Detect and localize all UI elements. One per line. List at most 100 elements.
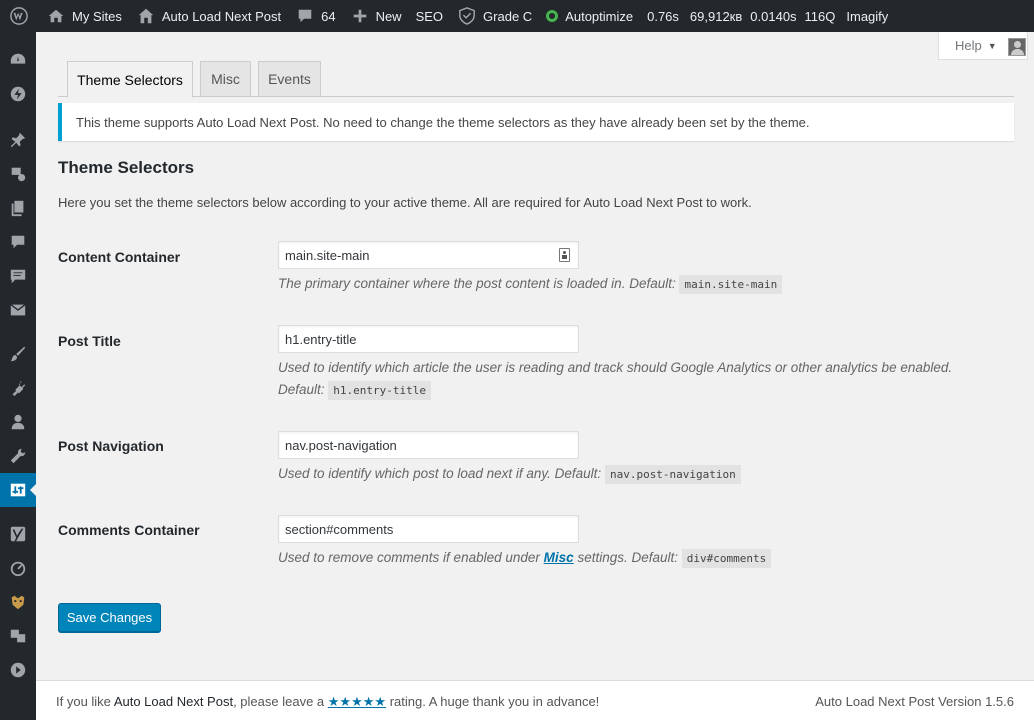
rating-stars-link[interactable]: ★★★★★ [328,694,386,709]
comment-icon [11,235,25,249]
query-time-label: 0.76s [647,8,679,24]
info-notice: This theme supports Auto Load Next Post.… [58,103,1014,141]
collapse-play-icon [10,662,26,678]
sidebar-item-posts[interactable] [0,123,36,157]
sidebar-collapse[interactable] [0,653,36,687]
house-icon [136,6,156,26]
post-title-desc-text: Used to identify which article the user … [278,360,953,375]
notice-text: This theme supports Auto Load Next Post.… [76,114,810,130]
memory-stat[interactable]: 69,912кв [686,0,746,32]
wordpress-icon [9,6,29,26]
sidebar-item-feedback[interactable] [0,259,36,293]
plus-icon [350,6,370,26]
translate-icon [10,629,26,643]
query-count-stat[interactable]: 116Q [801,0,840,32]
feedback-icon [10,269,26,284]
imagify-label: Imagify [846,8,889,24]
post-title-default-line: Default: h1.entry-title [278,379,952,402]
gauge-icon [10,561,26,577]
autoptimize-menu[interactable]: Autoptimize [539,0,640,32]
sidebar-item-wordfence[interactable] [0,585,36,619]
avatar[interactable] [1008,38,1026,56]
sidebar-item-appearance[interactable] [0,337,36,371]
db-time-label: 0.0140s [750,8,797,24]
sidebar-item-plugins[interactable] [0,371,36,405]
post-title-default-prefix: Default: [278,382,325,397]
content-container-description: The primary container where the post con… [278,273,783,296]
sidebar-item-media[interactable] [0,157,36,191]
site-name-menu[interactable]: Auto Load Next Post [129,0,288,32]
sidebar-item-mail[interactable] [0,293,36,327]
content-container-label: Content Container [58,249,181,265]
db-time-stat[interactable]: 0.0140s [746,0,800,32]
misc-settings-link[interactable]: Misc [544,550,574,565]
sidebar-item-settings[interactable] [0,473,36,507]
my-sites-label: My Sites [72,8,122,24]
yoast-icon [10,526,26,542]
sidebar-item-tools[interactable] [0,439,36,473]
section-title: Theme Selectors [58,158,195,177]
sidebar-item-users[interactable] [0,405,36,439]
footer-text-mid: , please leave a [233,694,325,709]
badger-icon [11,595,25,610]
chevron-down-icon: ▼ [987,40,997,51]
wordpress-logo-button[interactable] [0,0,39,32]
comments-container-value: section#comments [285,521,394,537]
comments-container-input[interactable]: section#comments [278,515,579,543]
post-navigation-input[interactable]: nav.post-navigation [278,431,579,459]
post-navigation-label: Post Navigation [58,438,164,454]
footer-text-post: rating. A huge thank you in advance! [389,694,600,709]
section-description: Here you set the theme selectors below a… [58,195,752,210]
new-content-menu[interactable]: New [343,0,409,32]
tab-theme-selectors[interactable]: Theme Selectors [67,61,193,98]
admin-sidebar [0,32,36,720]
comments-container-default: div#comments [681,549,772,568]
sidebar-item-comments[interactable] [0,225,36,259]
sidebar-item-seo[interactable] [0,517,36,551]
sidebar-item-translate[interactable] [0,619,36,653]
settings-sliders-icon [10,483,26,497]
shield-grade-icon [457,6,477,26]
comments-container-desc-pre: Used to remove comments if enabled under [278,550,540,565]
post-navigation-desc-text: Used to identify which post to load next… [278,466,602,481]
content-container-input[interactable]: main.site-main [278,241,579,269]
sidebar-item-pages[interactable] [0,191,36,225]
dashboard-icon [10,53,26,64]
contact-card-icon[interactable] [559,248,570,262]
post-title-description: Used to identify which article the user … [278,357,952,402]
grade-menu[interactable]: Grade C [450,0,539,32]
media-icon [11,167,26,182]
settings-tabs: Theme Selectors Misc Events [58,61,1014,98]
save-changes-button[interactable]: Save Changes [58,603,161,632]
admin-bar: My Sites Auto Load Next Post 64 New SEO … [0,0,1034,32]
grade-label: Grade C [483,8,533,24]
sidebar-item-jetpack[interactable] [0,77,36,111]
post-title-input[interactable]: h1.entry-title [278,325,579,353]
post-title-label: Post Title [58,333,121,349]
tab-misc[interactable]: Misc [200,61,251,97]
tab-events[interactable]: Events [258,61,321,97]
query-time-stat[interactable]: 0.76s [640,0,686,32]
post-navigation-description: Used to identify which post to load next… [278,463,741,486]
seo-menu[interactable]: SEO [409,0,450,32]
plug-icon [12,380,26,397]
help-label: Help [955,38,982,53]
comments-menu[interactable]: 64 [288,0,342,32]
sidebar-item-performance[interactable] [0,551,36,585]
imagify-menu[interactable]: Imagify [839,0,895,32]
brush-icon [10,346,26,362]
content-container-default: main.site-main [679,275,783,294]
envelope-icon [10,304,26,316]
site-name-label: Auto Load Next Post [161,8,282,24]
comments-count: 64 [321,8,336,24]
my-sites-menu[interactable]: My Sites [39,0,129,32]
footer-rating-text: If you like Auto Load Next Post, please … [56,694,599,710]
user-icon [11,414,25,430]
post-title-value: h1.entry-title [285,331,357,347]
memory-label: 69,912кв [689,8,743,24]
comment-bubble-icon [295,6,315,26]
sidebar-item-dashboard[interactable] [0,43,36,77]
content-container-value: main.site-main [285,247,370,263]
bolt-icon [10,86,26,102]
footer-version: Auto Load Next Post Version 1.5.6 [815,694,1014,709]
